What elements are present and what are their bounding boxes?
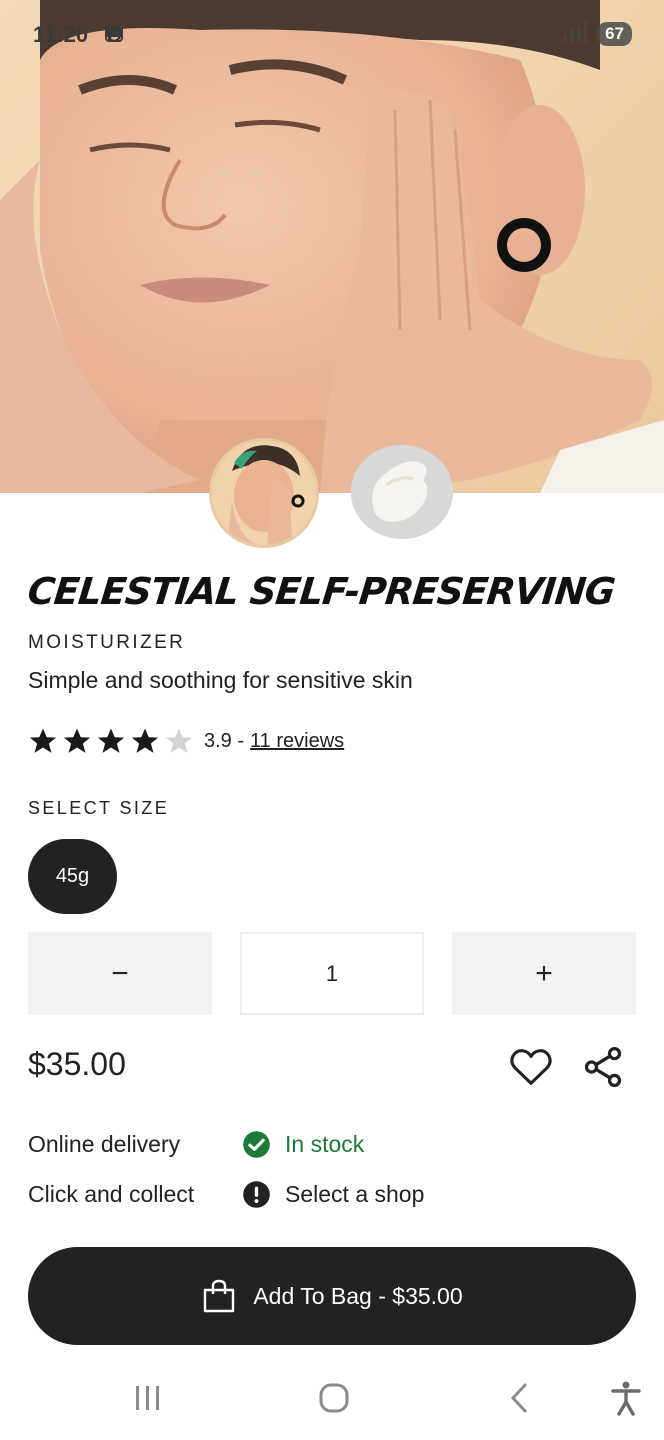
status-bar: 11:20 67 xyxy=(0,18,664,52)
status-time: 11:20 xyxy=(33,22,89,47)
battery-indicator: 67 xyxy=(597,22,632,46)
availability-online-delivery: Online delivery In stock xyxy=(28,1130,364,1159)
chat-icon xyxy=(107,24,180,44)
check-circle-icon xyxy=(242,1130,271,1159)
wishlist-heart-icon[interactable] xyxy=(508,1044,554,1090)
quantity-field[interactable]: 1 xyxy=(240,932,424,1015)
home-icon[interactable] xyxy=(314,1378,354,1418)
model-thumbnail-image xyxy=(212,441,316,545)
rating-value: 3.9 - xyxy=(204,729,245,752)
star-filled-icon xyxy=(62,726,92,756)
availability-click-and-collect: Click and collect Select a shop xyxy=(28,1180,424,1209)
in-stock-status: In stock xyxy=(285,1131,365,1157)
accessibility-icon[interactable] xyxy=(606,1378,646,1418)
back-icon[interactable] xyxy=(500,1378,540,1418)
size-option-45g[interactable]: 45g xyxy=(28,839,117,914)
click-and-collect-label: Click and collect xyxy=(28,1181,195,1207)
thumbnail-model[interactable] xyxy=(209,438,319,548)
star-filled-icon xyxy=(96,726,126,756)
system-navigation-bar xyxy=(0,1360,664,1440)
rating-row: 3.9 - 11 reviews xyxy=(28,726,344,756)
reviews-link[interactable]: 11 reviews xyxy=(250,730,344,753)
product-title: CELESTIAL SELF-PRESERVING xyxy=(25,570,617,613)
recent-apps-icon[interactable] xyxy=(128,1378,168,1418)
hero-photo-illustration xyxy=(0,0,664,493)
signal-icon xyxy=(543,22,588,44)
quantity-increase-button[interactable]: + xyxy=(452,932,636,1015)
select-size-label: SELECT SIZE xyxy=(28,798,170,818)
thumbnail-product-texture[interactable] xyxy=(351,445,453,539)
quantity-decrease-button[interactable]: − xyxy=(28,932,212,1015)
shopping-bag-icon xyxy=(201,1279,237,1313)
star-rating xyxy=(28,726,194,756)
product-subtitle: Simple and soothing for sensitive skin xyxy=(28,667,413,693)
star-filled-icon xyxy=(130,726,160,756)
product-price: $35.00 xyxy=(28,1046,126,1082)
share-icon[interactable] xyxy=(580,1044,626,1090)
exclamation-circle-icon xyxy=(242,1180,271,1209)
cream-texture-image xyxy=(351,445,453,539)
online-delivery-label: Online delivery xyxy=(28,1131,181,1157)
product-category: MOISTURIZER xyxy=(28,632,186,653)
add-to-bag-label: Add To Bag - $35.00 xyxy=(253,1282,463,1309)
star-filled-icon xyxy=(28,726,58,756)
star-empty-icon xyxy=(164,726,194,756)
sync-icon xyxy=(106,24,152,44)
add-to-bag-button[interactable]: Add To Bag - $35.00 xyxy=(28,1247,636,1345)
select-a-shop-link[interactable]: Select a shop xyxy=(285,1181,424,1208)
hero-image: 11:20 67 xyxy=(0,0,664,493)
